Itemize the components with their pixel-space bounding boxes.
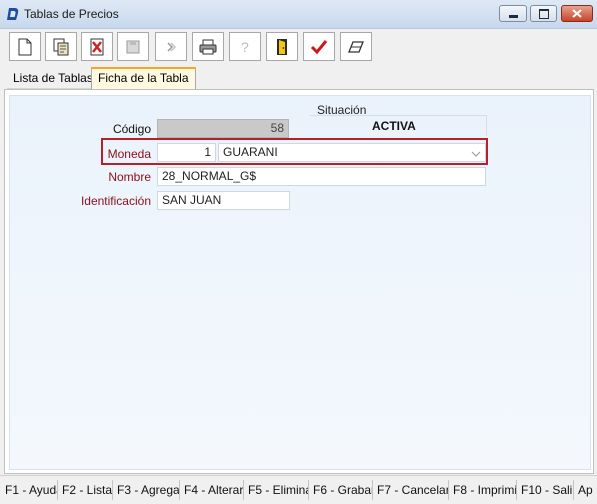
print-button[interactable] <box>192 32 224 61</box>
fkey-f5[interactable]: F5 - Eliminar <box>245 480 309 500</box>
copy-button[interactable] <box>45 32 77 61</box>
delete-button[interactable] <box>81 32 113 61</box>
title-bar: Tablas de Precios <box>0 0 597 29</box>
moneda-select-value: GUARANI <box>223 145 278 159</box>
window-title: Tablas de Precios <box>24 7 119 21</box>
minimize-icon <box>508 14 518 18</box>
tab-lista-de-tablas[interactable]: Lista de Tablas <box>7 69 99 89</box>
chevron-down-icon[interactable] <box>471 147 481 164</box>
clear-button[interactable] <box>340 32 372 61</box>
function-key-bar: F1 - Ayuda F2 - Lista F3 - Agregar F4 - … <box>0 475 597 504</box>
svg-text:?: ? <box>241 39 249 55</box>
fkey-f1[interactable]: F1 - Ayuda <box>2 480 58 500</box>
new-button[interactable] <box>9 32 41 61</box>
confirm-button[interactable] <box>303 32 335 61</box>
help-button[interactable]: ? <box>229 32 261 61</box>
exit-button[interactable] <box>266 32 298 61</box>
copy-document-icon <box>53 38 69 55</box>
fkey-extra[interactable]: Ap <box>575 480 597 500</box>
new-document-icon <box>18 38 32 55</box>
nombre-label: Nombre <box>108 170 151 184</box>
fkey-f10[interactable]: F10 - Salir <box>518 480 574 500</box>
toolbar: ? <box>0 29 597 65</box>
fkey-f6[interactable]: F6 - Grabar <box>310 480 373 500</box>
moneda-select[interactable]: GUARANI <box>218 143 486 162</box>
moneda-label: Moneda <box>107 147 151 161</box>
situacion-value: ACTIVA <box>372 119 416 133</box>
fkey-f2[interactable]: F2 - Lista <box>59 480 113 500</box>
codigo-label: Código <box>112 122 151 136</box>
save-disk-icon <box>126 40 140 53</box>
save-button[interactable] <box>117 32 149 61</box>
maximize-button[interactable] <box>530 5 557 22</box>
tab-strip: Lista de Tablas Ficha de la Tabla <box>0 67 597 89</box>
tab-ficha-de-la-tabla[interactable]: Ficha de la Tabla <box>91 67 196 89</box>
identificacion-label: Identificación <box>80 194 151 208</box>
help-question-icon: ? <box>241 39 249 55</box>
checkmark-icon <box>310 39 328 54</box>
close-button[interactable] <box>561 5 593 22</box>
exit-door-icon <box>277 38 287 55</box>
app-logo-icon <box>6 7 19 21</box>
moneda-code-field[interactable]: 1 <box>157 143 216 162</box>
close-icon <box>572 9 582 18</box>
fkey-f8[interactable]: F8 - Imprimir <box>450 480 517 500</box>
maximize-icon <box>538 8 549 19</box>
printer-icon <box>199 39 217 54</box>
fkey-f4[interactable]: F4 - Alterar <box>181 480 244 500</box>
nombre-field[interactable]: 28_NORMAL_G$ <box>157 167 486 186</box>
arrow-icon <box>167 41 177 52</box>
minimize-button[interactable] <box>499 5 527 22</box>
identificacion-field[interactable]: SAN JUAN <box>157 191 290 210</box>
navigate-button[interactable] <box>155 32 187 61</box>
eraser-icon <box>348 40 364 53</box>
codigo-field: 58 <box>157 119 289 138</box>
fkey-f7[interactable]: F7 - Cancelar <box>374 480 449 500</box>
delete-document-icon <box>90 38 104 55</box>
fkey-f3[interactable]: F3 - Agregar <box>114 480 180 500</box>
